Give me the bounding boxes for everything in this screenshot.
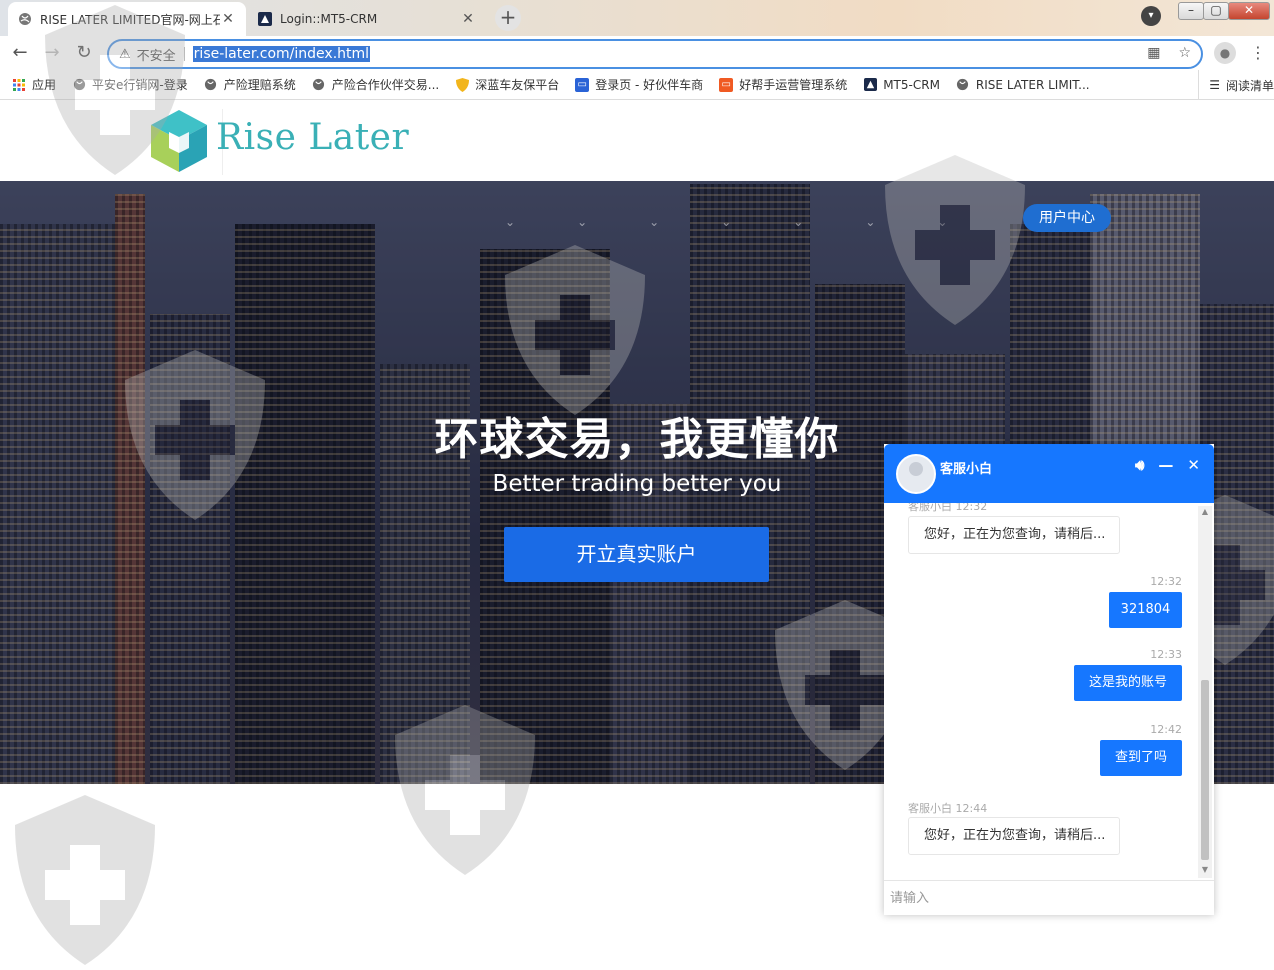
qr-code-icon[interactable]: ▦ — [1147, 45, 1160, 61]
bookmark-item[interactable]: 产险合作伙伴交易... — [312, 76, 439, 93]
bookmark-item[interactable]: 产险理赔系统 — [204, 76, 296, 93]
brand-name[interactable]: Rise Later — [216, 117, 409, 158]
bookmark-item[interactable]: RISE LATER LIMIT... — [956, 78, 1090, 92]
bookmark-star-icon[interactable]: ☆ — [1178, 45, 1191, 61]
speaker-icon[interactable]: 🔊︎ — [1135, 456, 1144, 474]
chevron-down-icon[interactable]: ⌄ — [793, 215, 803, 229]
back-arrow-icon[interactable]: ← — [8, 41, 32, 65]
agent-message: 您好，正在为您查询，请稍后... — [908, 817, 1120, 855]
shield-icon — [455, 77, 469, 92]
browser-tab-mt5-crm[interactable]: Login::MT5-CRM ✕ — [248, 2, 486, 36]
customer-service-chat: 客服小白 🔊︎ — ✕ 客服小白 12:32 您好，正在为您查询，请稍后... … — [884, 444, 1214, 915]
close-tab-icon[interactable]: ✕ — [460, 11, 476, 27]
bookmark-label: MT5-CRM — [883, 77, 940, 92]
globe-icon — [956, 78, 970, 92]
message-time: 12:32 — [1150, 575, 1182, 588]
globe-icon — [72, 78, 86, 92]
chevron-down-icon[interactable]: ⌄ — [649, 215, 659, 229]
globe-icon — [18, 12, 32, 26]
browser-tab-rise-later[interactable]: RISE LATER LIMITED官网-网上石 ✕ — [8, 2, 246, 36]
reload-icon[interactable]: ↻ — [72, 41, 96, 65]
scrollbar-thumb[interactable] — [1201, 680, 1209, 860]
chat-input-field[interactable]: 请输入 — [884, 880, 1214, 915]
user-message: 这是我的账号 — [1074, 665, 1182, 701]
chevron-down-icon[interactable]: ⌄ — [865, 215, 875, 229]
close-tab-icon[interactable]: ✕ — [220, 11, 236, 27]
mt5-icon — [258, 12, 272, 26]
bookmark-label: RISE LATER LIMIT... — [975, 77, 1090, 92]
new-tab-button[interactable]: + — [495, 5, 521, 31]
chevron-down-icon[interactable]: ⌄ — [937, 215, 947, 229]
tab-title: RISE LATER LIMITED官网-网上石 — [40, 12, 220, 27]
bookmark-label: 平安e行销网-登录 — [92, 78, 188, 92]
agent-name: 客服小白 — [940, 462, 993, 477]
reading-list-label: 阅读清单 — [1225, 78, 1274, 93]
scroll-up-arrow-icon[interactable]: ▲ — [1200, 507, 1210, 516]
browser-toolbar: ← → ↻ ⚠ 不安全 rise-later.com/index.html ▦ … — [0, 36, 1274, 70]
bookmark-label: 登录页 - 好伙伴车商 — [595, 78, 704, 92]
divider — [183, 47, 185, 61]
bookmark-item[interactable]: ▭ 好帮手运营管理系统 — [719, 76, 847, 93]
reading-list-icon: ☰ — [1209, 78, 1220, 92]
bookmark-item[interactable]: ▭ 登录页 - 好伙伴车商 — [575, 76, 703, 93]
agent-avatar — [896, 454, 936, 494]
security-status[interactable]: 不安全 — [137, 45, 176, 64]
message-meta: 客服小白 12:32 — [908, 503, 988, 513]
chevron-down-icon[interactable]: ⌄ — [505, 215, 515, 229]
globe-icon — [312, 78, 326, 92]
globe-icon — [204, 78, 218, 92]
maximize-window-button[interactable]: ▢ — [1203, 2, 1229, 20]
chevron-down-icon[interactable]: ⌄ — [577, 215, 587, 229]
chevron-down-icon[interactable]: ⌄ — [721, 215, 731, 229]
close-icon[interactable]: ✕ — [1187, 456, 1200, 474]
warning-triangle-icon[interactable]: ⚠ — [119, 47, 131, 62]
bookmark-label: 应用 — [32, 78, 57, 92]
user-message: 321804 — [1109, 592, 1182, 628]
bookmark-label: 产险合作伙伴交易... — [331, 78, 440, 92]
url-text[interactable]: rise-later.com/index.html — [192, 46, 371, 62]
apps-grid-icon — [12, 78, 26, 92]
mt5-icon — [863, 78, 877, 92]
minimize-icon[interactable]: — — [1158, 456, 1173, 474]
scroll-down-arrow-icon[interactable]: ▼ — [1200, 865, 1210, 874]
profile-avatar-icon[interactable]: ● — [1214, 42, 1236, 64]
bookmark-item[interactable]: MT5-CRM — [863, 78, 940, 92]
reading-list-button[interactable]: ☰ 阅读清单 — [1198, 70, 1274, 100]
bookmark-label: 产险理赔系统 — [223, 78, 296, 92]
bookmarks-bar: 应用 平安e行销网-登录 产险理赔系统 产险合作伙伴交易... 深蓝车友保平台 … — [0, 70, 1274, 100]
site-header: Rise Later — [0, 101, 1274, 181]
user-message: 查到了吗 — [1100, 740, 1182, 776]
hero-nav-menu: ⌄ ⌄ ⌄ ⌄ ⌄ ⌄ ⌄ — [505, 215, 947, 229]
user-center-button[interactable]: 用户中心 — [1023, 204, 1111, 232]
message-time: 12:33 — [1150, 648, 1182, 661]
watermark-shield-icon — [15, 795, 155, 965]
bookmark-label: 深蓝车友保平台 — [475, 78, 560, 92]
open-live-account-button[interactable]: 开立真实账户 — [504, 527, 769, 582]
message-time: 12:42 — [1150, 723, 1182, 736]
address-bar[interactable]: ⚠ 不安全 rise-later.com/index.html ▦ ☆ — [107, 39, 1203, 69]
chat-message-list[interactable]: 客服小白 12:32 您好，正在为您查询，请稍后... 12:32 321804… — [884, 503, 1214, 879]
cube-logo-icon[interactable] — [149, 108, 209, 174]
minimize-window-button[interactable]: – — [1178, 2, 1204, 20]
site-icon: ▭ — [575, 77, 590, 92]
tab-title: Login::MT5-CRM — [280, 12, 378, 26]
message-meta: 客服小白 12:44 — [908, 802, 988, 815]
site-icon: ▭ — [719, 77, 734, 92]
bookmark-item[interactable]: 深蓝车友保平台 — [455, 76, 559, 93]
close-window-button[interactable]: ✕ — [1228, 2, 1270, 20]
forward-arrow-icon[interactable]: → — [40, 41, 64, 65]
agent-message: 您好，正在为您查询，请稍后... — [908, 516, 1120, 554]
bookmark-label: 好帮手运营管理系统 — [739, 78, 848, 92]
browser-tab-strip: RISE LATER LIMITED官网-网上石 ✕ Login::MT5-CR… — [0, 0, 1274, 36]
bookmark-apps[interactable]: 应用 — [12, 76, 56, 93]
kebab-menu-icon[interactable]: ⋮ — [1250, 41, 1266, 65]
bookmark-item[interactable]: 平安e行销网-登录 — [72, 76, 188, 93]
tab-search-icon[interactable]: ▾ — [1141, 6, 1161, 26]
chat-header[interactable]: 客服小白 🔊︎ — ✕ — [884, 444, 1214, 503]
